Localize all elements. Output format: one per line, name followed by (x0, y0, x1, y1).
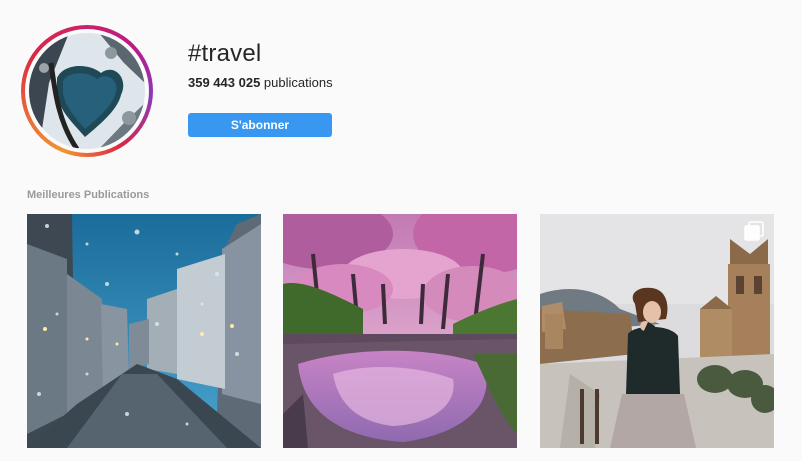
post-snowy-street[interactable] (27, 214, 261, 448)
post-cherry-blossom-path[interactable] (283, 214, 517, 448)
hashtag-title: #travel (188, 40, 262, 67)
avatar-image (29, 33, 145, 149)
follow-button[interactable]: S'abonner (188, 113, 332, 137)
post-count-suffix: publications (260, 75, 333, 90)
hashtag-avatar[interactable] (21, 25, 153, 157)
top-posts-label: Meilleures Publications (27, 189, 150, 201)
post-count: 359 443 025 publications (188, 75, 333, 90)
post-count-number: 359 443 025 (188, 75, 261, 90)
post-woman-old-town[interactable] (540, 214, 774, 448)
